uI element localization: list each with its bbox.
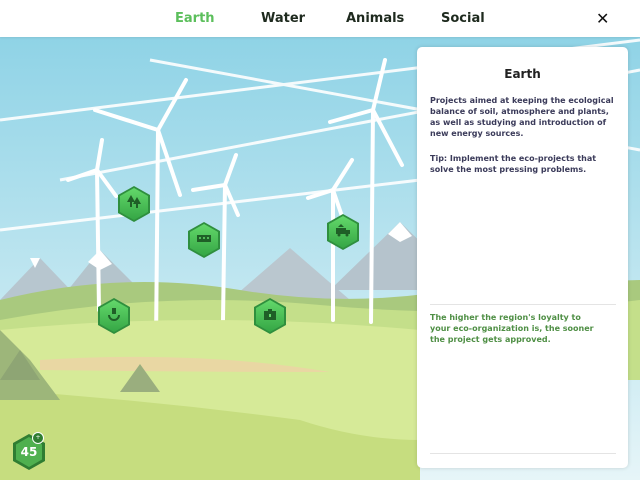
tab-social[interactable]: Social <box>441 11 485 26</box>
tab-earth[interactable]: Earth <box>175 11 215 26</box>
panel-title: Earth <box>504 67 541 81</box>
top-nav-bar: Earth Water Animals Social ✕ <box>0 0 640 37</box>
loyalty-indicator-icon: + <box>32 432 44 444</box>
loyalty-hint: The higher the region's loyalty to your … <box>430 313 594 344</box>
close-button[interactable]: ✕ <box>596 9 609 28</box>
tab-animals[interactable]: Animals <box>346 11 404 26</box>
info-panel: Earth Projects aimed at keeping the ecol… <box>417 47 628 468</box>
panel-description: Projects aimed at keeping the ecological… <box>430 96 614 138</box>
tab-water[interactable]: Water <box>261 11 305 26</box>
panel-divider-bottom <box>430 453 616 454</box>
solar-panel-icon <box>196 230 212 250</box>
panel-divider-top <box>430 304 616 305</box>
eco-toolbox-icon <box>262 306 278 326</box>
recycling-truck-icon <box>335 222 351 242</box>
forest-icon <box>126 194 142 214</box>
eco-plug-icon <box>106 306 122 326</box>
panel-tip: Tip: Implement the eco-projects that sol… <box>430 154 597 174</box>
